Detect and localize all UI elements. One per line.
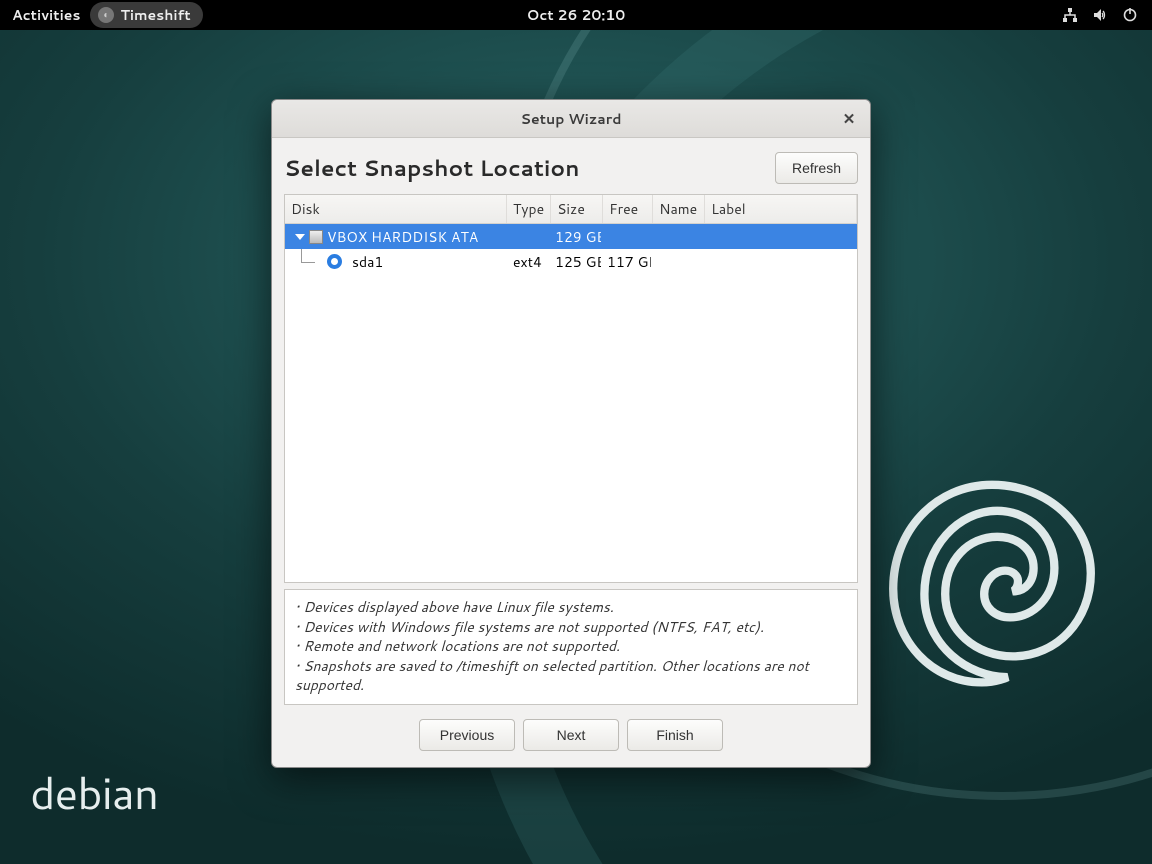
col-disk[interactable]: Disk: [285, 195, 507, 223]
disk-name: VBOX HARDDISK ATA: [327, 227, 478, 247]
debian-wordmark: debian: [30, 762, 158, 824]
app-menu-label: Timeshift: [120, 5, 190, 25]
wizard-footer: Previous Next Finish: [284, 705, 858, 755]
next-button[interactable]: Next: [523, 719, 619, 751]
refresh-button[interactable]: Refresh: [775, 152, 858, 184]
page-heading: Select Snapshot Location: [284, 153, 579, 184]
partition-radio[interactable]: [327, 254, 342, 269]
cell-size: 125 GB: [549, 252, 601, 272]
tree-connector: [285, 249, 315, 274]
partition-name: sda1: [352, 252, 383, 272]
col-free[interactable]: Free: [603, 195, 653, 223]
app-menu-button[interactable]: ◐ Timeshift: [90, 2, 202, 28]
cell-free: 117 GB: [601, 252, 651, 272]
col-label[interactable]: Label: [705, 195, 857, 223]
harddisk-icon: [309, 230, 323, 244]
clock[interactable]: Oct 26 20:10: [527, 5, 626, 25]
cell-size: 129 GB: [549, 227, 601, 247]
dialog-title: Setup Wizard: [521, 109, 622, 129]
col-type[interactable]: Type: [507, 195, 551, 223]
debian-swirl: [862, 464, 1122, 724]
note-line: • Remote and network locations are not s…: [295, 637, 847, 657]
gnome-topbar: Activities ◐ Timeshift Oct 26 20:10: [0, 0, 1152, 30]
activities-button[interactable]: Activities: [12, 5, 80, 25]
previous-button[interactable]: Previous: [419, 719, 515, 751]
tree-header: Disk Type Size Free Name Label: [285, 195, 857, 224]
volume-icon[interactable]: [1092, 7, 1108, 23]
power-icon[interactable]: [1122, 7, 1138, 23]
note-line: • Devices displayed above have Linux fil…: [295, 598, 847, 618]
setup-wizard-dialog: Setup Wizard ✕ Select Snapshot Location …: [271, 99, 871, 768]
col-size[interactable]: Size: [551, 195, 603, 223]
timeshift-appicon: ◐: [98, 7, 114, 23]
col-name[interactable]: Name: [653, 195, 705, 223]
expander-icon[interactable]: [295, 234, 305, 240]
dialog-titlebar[interactable]: Setup Wizard ✕: [272, 100, 870, 138]
cell-type: ext4: [507, 252, 549, 272]
finish-button[interactable]: Finish: [627, 719, 723, 751]
disk-row-parent[interactable]: VBOX HARDDISK ATA 129 GB: [285, 224, 857, 249]
note-line: • Snapshots are saved to /timeshift on s…: [295, 657, 847, 696]
note-line: • Devices with Windows file systems are …: [295, 618, 847, 638]
device-tree: Disk Type Size Free Name Label VBOX HARD…: [284, 194, 858, 583]
info-notes: • Devices displayed above have Linux fil…: [284, 589, 858, 705]
partition-row-sda1[interactable]: sda1 ext4 125 GB 117 GB: [285, 249, 857, 274]
close-button[interactable]: ✕: [838, 107, 860, 129]
network-icon[interactable]: [1062, 7, 1078, 23]
